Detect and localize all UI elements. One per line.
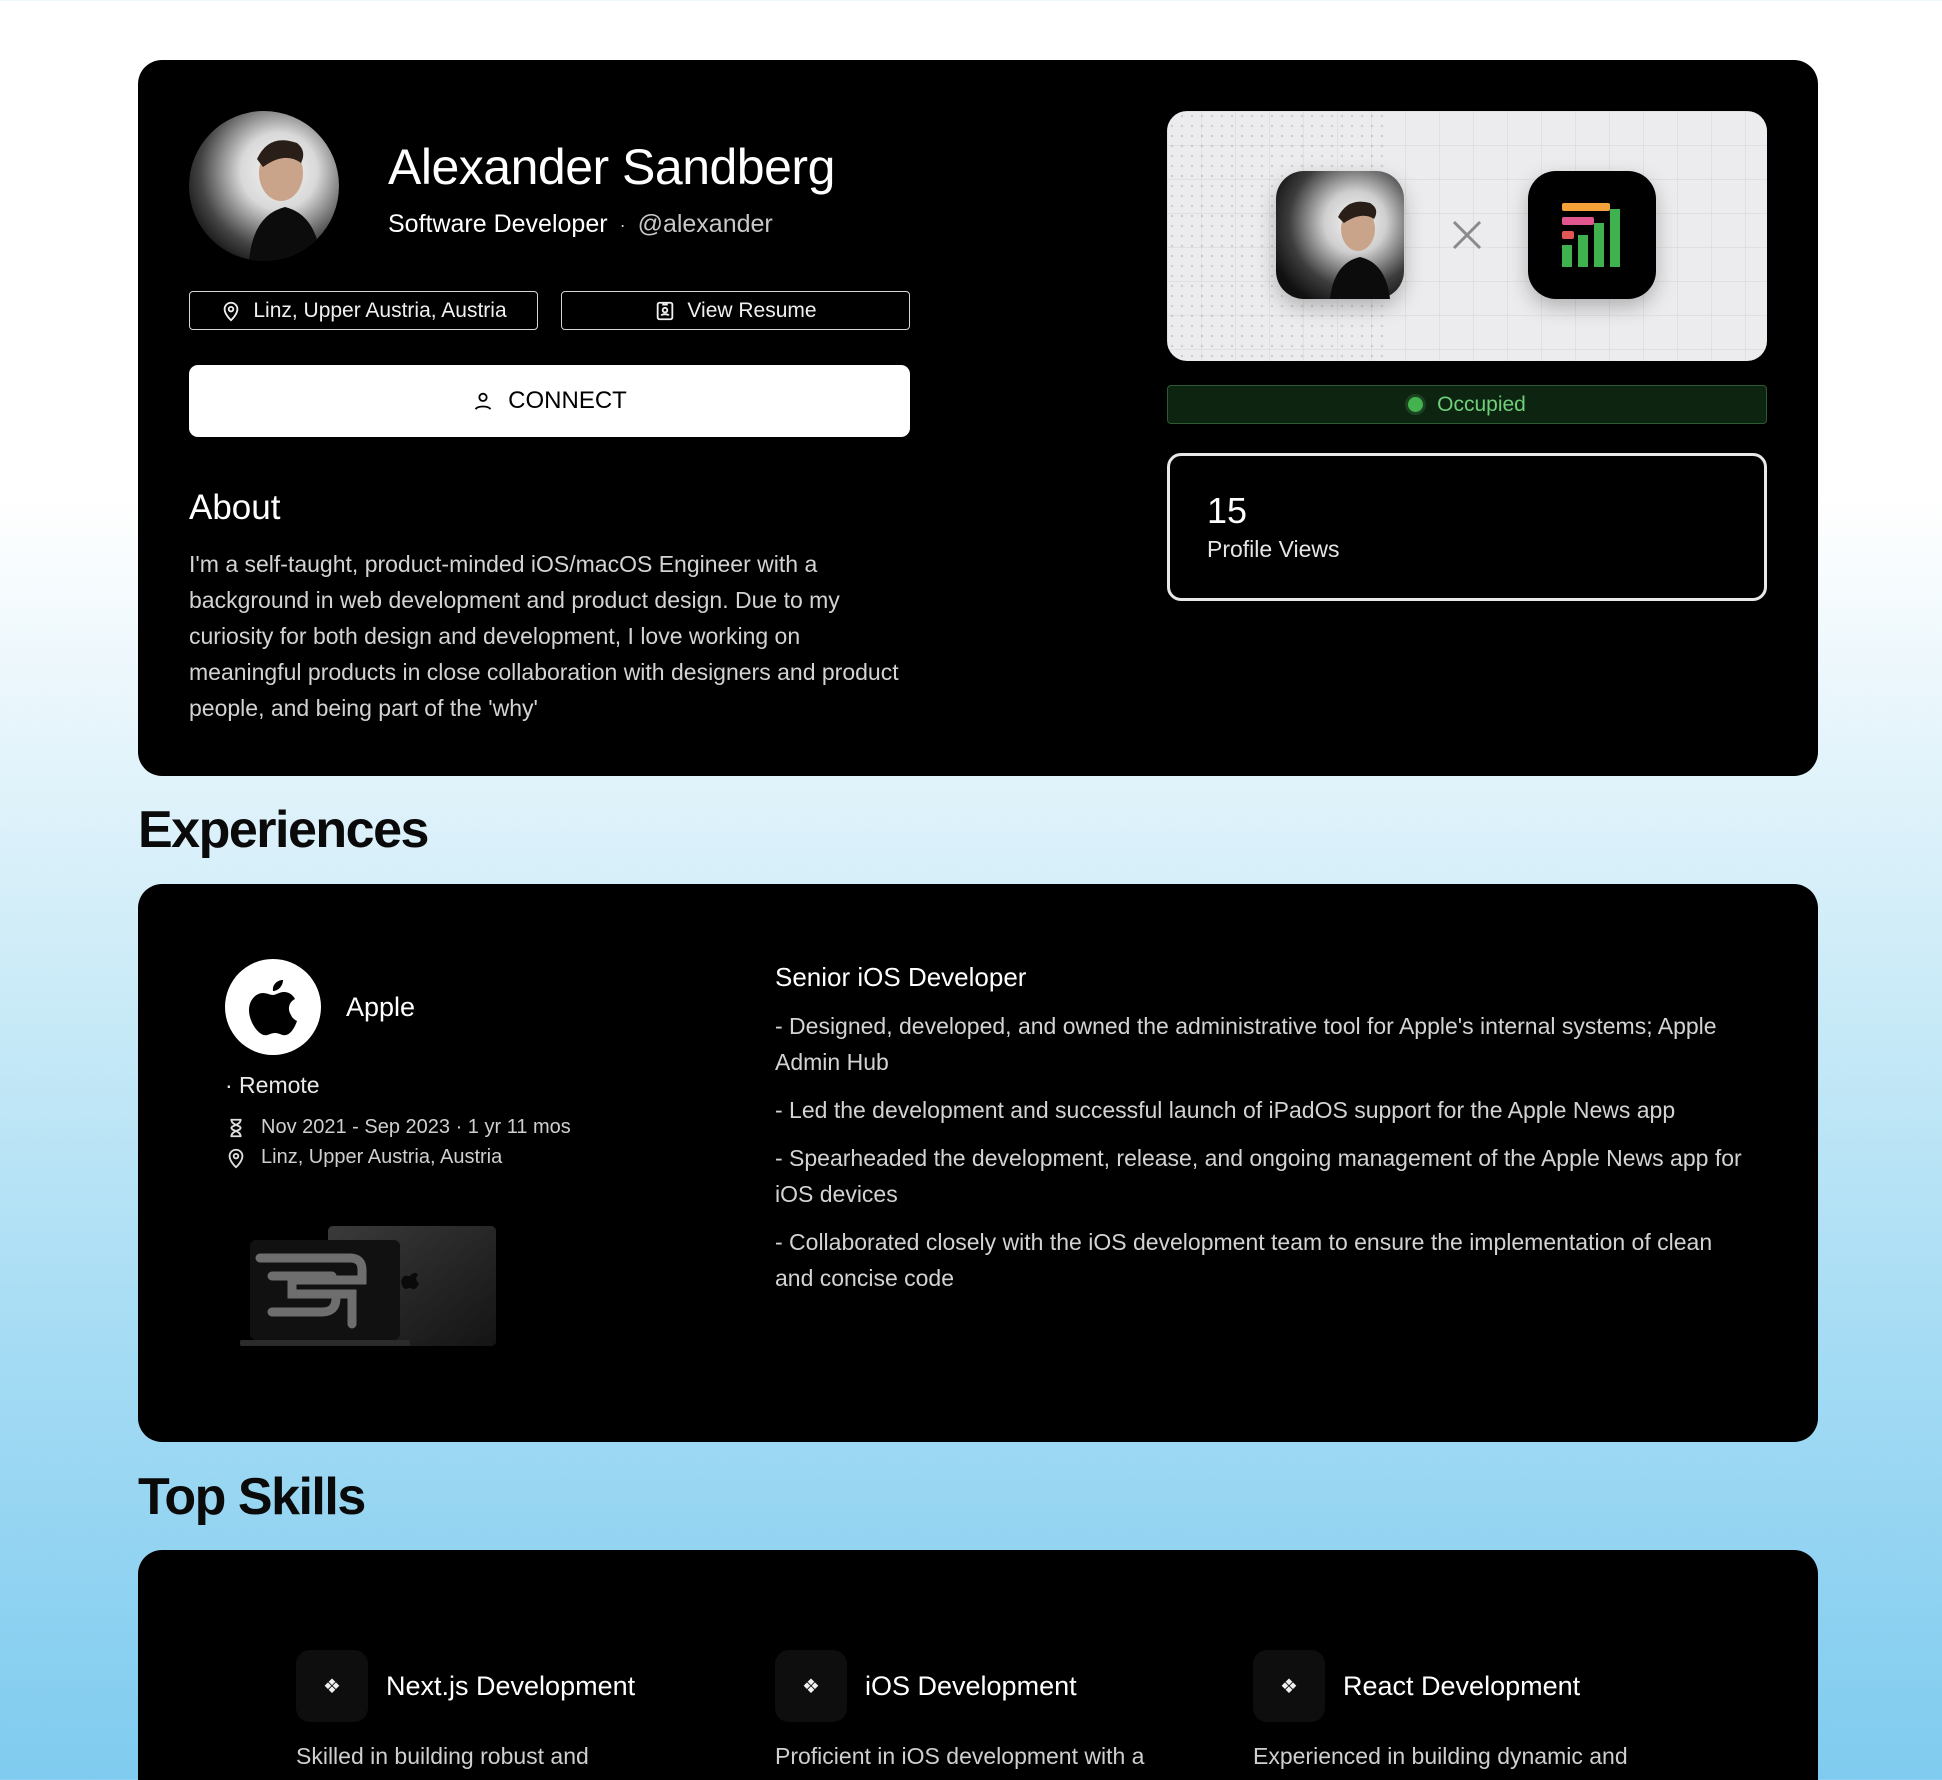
experience-bullet: - Spearheaded the development, release, … [775, 1145, 1742, 1207]
skill-title: iOS Development [865, 1671, 1077, 1701]
profile-photo-tile [1276, 171, 1404, 299]
id-badge-icon [657, 301, 674, 320]
location-chip-label: Linz, Upper Austria, Austria [253, 298, 507, 322]
profile-card: Alexander Sandberg Software Developer · @a… [138, 60, 1818, 776]
skills-card: ❖ Next.js Development Skilled in buildin… [138, 1550, 1818, 1780]
collaboration-banner [1167, 111, 1767, 361]
separator-dot: · [619, 214, 626, 235]
skill-description: Proficient in iOS development with a [775, 1743, 1145, 1769]
experience-bullet: - Designed, developed, and owned the adm… [775, 1013, 1717, 1075]
bar-chart-icon [1562, 203, 1620, 267]
skill-title: React Development [1343, 1671, 1581, 1701]
top-skills-heading: Top Skills [138, 1468, 366, 1526]
profile-subline: Software Developer · @alexander [388, 210, 773, 239]
sparkle-icon: ❖ [296, 1650, 368, 1722]
close-icon [1452, 220, 1482, 250]
skill-title: Next.js Development [386, 1671, 636, 1701]
status-dot [1408, 397, 1424, 412]
experience-bullet: - Led the development and successful lau… [775, 1097, 1676, 1123]
work-mode: · Remote [225, 1072, 320, 1098]
profile-views-label: Profile Views [1207, 536, 1340, 562]
company-name: Apple [346, 992, 416, 1022]
sparkle-icon: ❖ [1253, 1650, 1325, 1722]
status-label: Occupied [1437, 392, 1526, 416]
about-heading: About [189, 488, 281, 527]
status-badge: Occupied [1167, 385, 1767, 424]
apple-icon [249, 980, 297, 1036]
location-chip[interactable]: Linz, Upper Austria, Austria [189, 291, 538, 330]
role-title: Senior iOS Developer [775, 962, 1027, 992]
skill-description: Skilled in building robust and [296, 1743, 589, 1769]
experience-card: Apple · Remote Nov 2021 - Sep 2023 · 1 y… [138, 884, 1818, 1442]
view-resume-button[interactable]: View Resume [561, 291, 910, 330]
connect-button[interactable]: CONNECT [189, 365, 910, 437]
map-pin-icon [224, 301, 239, 321]
sparkle-icon: ❖ [775, 1650, 847, 1722]
experiences-heading: Experiences [138, 801, 429, 859]
map-pin-icon [228, 1148, 244, 1168]
profile-name: Alexander Sandberg [388, 139, 835, 195]
skill-description: Experienced in building dynamic and [1253, 1743, 1628, 1769]
connect-label: CONNECT [508, 387, 627, 414]
profile-views-count: 15 [1207, 490, 1248, 531]
apple-logo [225, 959, 321, 1055]
profile-role: Software Developer [388, 210, 608, 238]
experience-bullets: - Designed, developed, and owned the adm… [775, 1008, 1745, 1308]
experience-bullet: - Collaborated closely with the iOS deve… [775, 1229, 1713, 1291]
view-resume-label: View Resume [687, 298, 817, 322]
experience-dates-label: Nov 2021 - Sep 2023 · 1 yr 11 mos [261, 1116, 571, 1138]
profile-handle[interactable]: @alexander [638, 210, 773, 238]
experience-location: Linz, Upper Austria, Austria [225, 1146, 502, 1169]
profile-avatar [189, 111, 339, 261]
user-icon [474, 392, 492, 410]
experience-dates: Nov 2021 - Sep 2023 · 1 yr 11 mos [225, 1116, 571, 1139]
profile-views-card: 15 Profile Views [1167, 453, 1767, 601]
hourglass-icon [230, 1118, 242, 1137]
experience-location-label: Linz, Upper Austria, Austria [261, 1146, 503, 1168]
macbook-image [240, 1226, 496, 1346]
about-text: I'm a self-taught, product-minded iOS/ma… [189, 551, 899, 721]
app-icon-tile [1528, 171, 1656, 299]
